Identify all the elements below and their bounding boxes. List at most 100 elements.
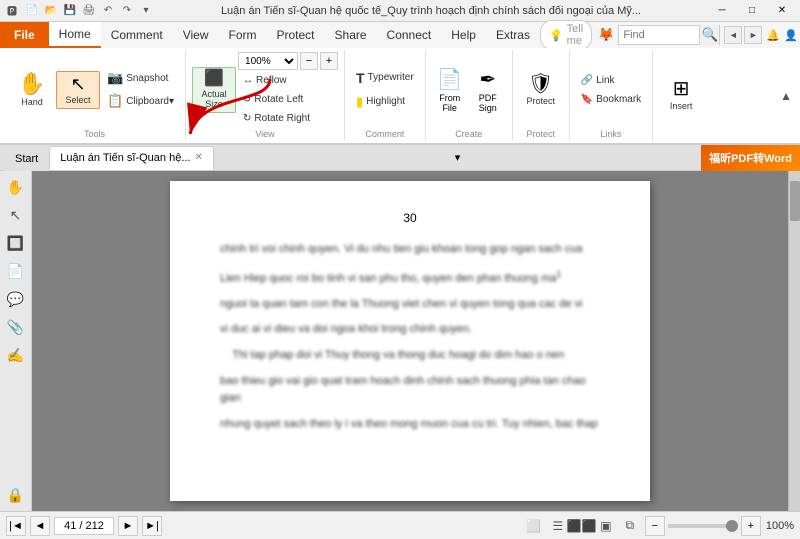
tab-start[interactable]: Start — [4, 147, 49, 171]
protect-group-content: 🛡 Protect — [519, 52, 563, 127]
tab-doc-close-icon[interactable]: ✕ — [195, 152, 203, 163]
single-page-view-button[interactable]: ⬜ — [523, 516, 545, 536]
connect-menu-item[interactable]: Connect — [377, 22, 442, 48]
last-page-button[interactable]: ►| — [142, 516, 162, 536]
search-box[interactable]: 🔍 — [618, 25, 720, 45]
sidebar-sign-icon[interactable]: ✍ — [4, 343, 28, 367]
nav-arrows: ◄ ► — [724, 26, 762, 44]
minimize-button[interactable]: ─ — [708, 2, 736, 20]
zoom-in-button[interactable]: + — [320, 52, 338, 70]
form-menu-item[interactable]: Form — [219, 22, 267, 48]
title-bar: 🅿 📄 📂 💾 🖨 ↶ ↷ ▾ Luận án Tiến sĩ-Quan hệ … — [0, 0, 800, 22]
reflow-icon: ↔ — [243, 75, 253, 86]
snapshot-button[interactable]: 📷 Snapshot — [102, 67, 179, 89]
open-icon[interactable]: 📂 — [43, 3, 59, 19]
sidebar-select-icon[interactable]: ↖ — [4, 203, 28, 227]
insert-button[interactable]: ⊞ Insert — [659, 75, 703, 115]
undo-icon[interactable]: ↶ — [100, 3, 116, 19]
user-icon[interactable]: 👤 — [784, 29, 798, 42]
tab-doc[interactable]: Luận án Tiến sĩ-Quan hệ... ✕ — [49, 146, 214, 170]
bell-icon[interactable]: 🔔 — [766, 29, 780, 42]
zoom-slider[interactable] — [668, 524, 738, 528]
tab-dropdown-button[interactable]: ▾ — [447, 148, 467, 168]
rotate-left-button[interactable]: ↺ Rotate Left — [238, 91, 338, 108]
next-page-button[interactable]: ► — [118, 516, 138, 536]
zoom-out-button[interactable]: − — [300, 52, 318, 70]
link-icon: 🔗 — [581, 75, 593, 86]
zoom-row: 100% 75% 125% 150% 200% − + — [238, 52, 338, 70]
typewriter-button[interactable]: T Typewriter — [351, 67, 419, 89]
actual-size-label: ActualSize — [202, 89, 227, 109]
protect-menu-item[interactable]: Protect — [267, 22, 325, 48]
bookmark-icon: 🔖 — [581, 94, 593, 105]
sidebar-comment-icon[interactable]: 💬 — [4, 287, 28, 311]
split-view-button[interactable]: ⧉ — [619, 516, 641, 536]
save-icon[interactable]: 💾 — [62, 3, 78, 19]
tell-me-box[interactable]: 💡 Tell me — [540, 20, 592, 50]
new-icon[interactable]: 📄 — [24, 3, 40, 19]
sidebar-hand-icon[interactable]: ✋ — [4, 175, 28, 199]
share-menu-item[interactable]: Share — [325, 22, 377, 48]
insert-group-content: ⊞ Insert — [659, 52, 703, 137]
maximize-button[interactable]: □ — [738, 2, 766, 20]
bookmark-button[interactable]: 🔖 Bookmark — [576, 91, 646, 108]
typewriter-label: Typewriter — [368, 72, 414, 83]
link-button[interactable]: 🔗 Link — [576, 72, 646, 89]
insert-label: Insert — [670, 101, 693, 111]
tell-me-label: Tell me — [567, 23, 584, 47]
main-area: ✋ ↖ 🔲 📄 💬 📎 ✍ 🔒 30 chinh tri voi chinh q… — [0, 171, 800, 511]
file-menu-button[interactable]: File — [0, 22, 49, 48]
more-icon[interactable]: ▾ — [138, 3, 154, 19]
zoom-out-button-bottom[interactable]: − — [645, 516, 665, 536]
content-line-2: Lien Hiep quoc roi bo tinh vi san phu th… — [220, 267, 600, 288]
sidebar-pages-icon[interactable]: 📄 — [4, 259, 28, 283]
extras-menu-item[interactable]: Extras — [486, 22, 540, 48]
page-number-input[interactable] — [54, 517, 114, 535]
hand-tool-button[interactable]: ✋ Hand — [10, 69, 54, 111]
close-button[interactable]: ✕ — [768, 2, 796, 20]
pdf-sign-button[interactable]: ✒ PDFSign — [470, 64, 506, 116]
zoom-select[interactable]: 100% 75% 125% 150% 200% — [238, 52, 298, 70]
page-number: 30 — [220, 211, 600, 225]
view-group-content: ⬛ ActualSize 100% 75% 125% 150% 200% − — [192, 52, 338, 127]
zoom-in-button-bottom[interactable]: + — [741, 516, 761, 536]
protect-button[interactable]: 🛡 Protect — [519, 70, 563, 110]
app-logo-icon: 🅿 — [4, 3, 20, 19]
facing-view-button[interactable]: ⬛⬛ — [571, 516, 593, 536]
window-title: Luận án Tiến sĩ-Quan hệ quốc tế_Quy trìn… — [181, 5, 681, 17]
home-menu-item[interactable]: Home — [49, 22, 101, 48]
redo-icon[interactable]: ↷ — [119, 3, 135, 19]
search-button[interactable]: 🔍 — [699, 25, 719, 45]
nav-prev-arrow[interactable]: ◄ — [724, 26, 742, 44]
sidebar-lock-icon[interactable]: 🔒 — [4, 483, 28, 507]
zoom-slider-thumb[interactable] — [726, 520, 738, 532]
ribbon-collapse-button[interactable]: ▲ — [780, 89, 792, 103]
rotate-right-icon: ↻ — [243, 113, 251, 124]
search-input[interactable] — [619, 29, 699, 41]
rotate-left-label: Rotate Left — [254, 94, 303, 105]
create-group-label: Create — [455, 127, 482, 139]
reflow-button[interactable]: ↔ Reflow — [238, 72, 338, 89]
select-tool-button[interactable]: ↖ Select — [56, 71, 100, 109]
scrollbar-thumb[interactable] — [790, 181, 800, 221]
rotate-right-button[interactable]: ↻ Rotate Right — [238, 110, 338, 127]
help-menu-item[interactable]: Help — [441, 22, 486, 48]
print-icon[interactable]: 🖨 — [81, 3, 97, 19]
cover-view-button[interactable]: ▣ — [595, 516, 617, 536]
content-line-6: bao thieu gio vai gio quat tram hoach di… — [220, 373, 600, 408]
sidebar-layers-icon[interactable]: 🔲 — [4, 231, 28, 255]
first-page-button[interactable]: |◄ — [6, 516, 26, 536]
highlight-button[interactable]: ▮ Highlight — [351, 91, 419, 113]
nav-next-arrow[interactable]: ► — [744, 26, 762, 44]
actual-size-button[interactable]: ⬛ ActualSize — [192, 67, 236, 113]
title-bar-left: 🅿 📄 📂 💾 🖨 ↶ ↷ ▾ — [4, 3, 154, 19]
clipboard-button[interactable]: 📋 Clipboard▾ — [102, 90, 179, 112]
view-menu-item[interactable]: View — [173, 22, 219, 48]
sidebar-attachment-icon[interactable]: 📎 — [4, 315, 28, 339]
vertical-scrollbar[interactable] — [788, 171, 800, 511]
continuous-view-button[interactable]: ☰ — [547, 516, 569, 536]
comment-group-content: T Typewriter ▮ Highlight — [351, 52, 419, 127]
from-file-button[interactable]: 📄 FromFile — [432, 64, 468, 116]
prev-page-button[interactable]: ◄ — [30, 516, 50, 536]
comment-menu-item[interactable]: Comment — [101, 22, 173, 48]
